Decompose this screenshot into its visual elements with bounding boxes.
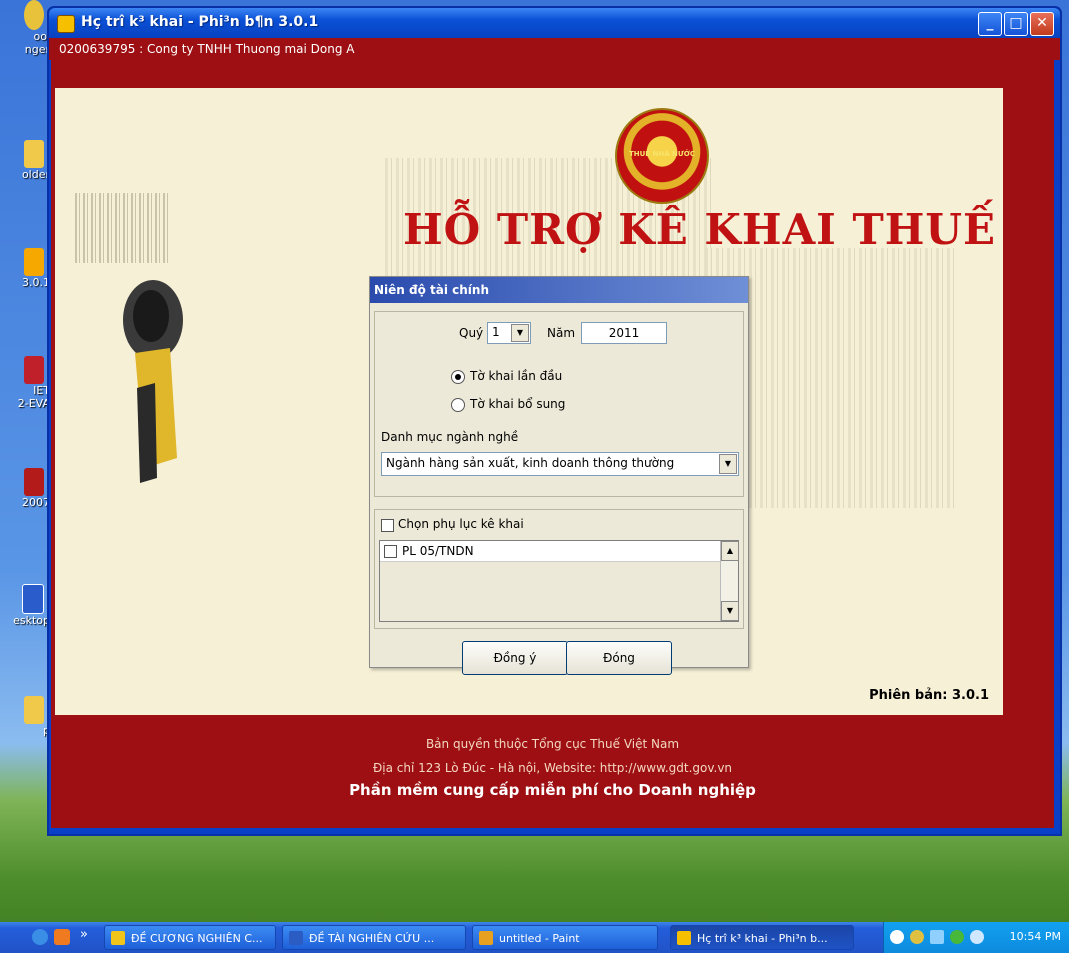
app-icon bbox=[57, 15, 75, 33]
desktop-icon-label: ool nger bbox=[24, 30, 50, 56]
task-button-de-tai[interactable]: ĐỀ TÀI NGHIÊN CỨU ... bbox=[282, 925, 466, 950]
desktop-icon-label: p bbox=[0, 724, 50, 737]
copyright-line: Bản quyền thuộc Tổng cục Thuế Việt Nam bbox=[425, 737, 680, 751]
appendix-list[interactable]: PL 05/TNDN ▲ ▼ bbox=[379, 540, 739, 622]
desktop-icon-label: older bbox=[21, 168, 50, 181]
desktop-icon-label: esktop bbox=[13, 614, 50, 627]
desktop-icon-desktop[interactable]: esktop bbox=[0, 584, 50, 627]
main-title: HỖ TRỢ KÊ KHAI THUẾ bbox=[403, 205, 997, 254]
quarter-label: Quý bbox=[459, 326, 484, 340]
list-item[interactable]: PL 05/TNDN bbox=[380, 541, 720, 562]
desktop-icon-tool-manager[interactable]: ool nger bbox=[0, 0, 50, 56]
quarter-select[interactable]: 1 ▼ bbox=[487, 322, 531, 344]
window-title: Hç trî k³ khai - Phi³n b¶n 3.0.1 bbox=[81, 14, 319, 30]
radio-initial-label[interactable]: Tờ khai lần đầu bbox=[470, 369, 562, 383]
appendix-checkbox[interactable] bbox=[381, 519, 394, 532]
footer: Bản quyền thuộc Tổng cục Thuế Việt Nam Đ… bbox=[51, 715, 1054, 799]
national-emblem-logo: THUẾ NHÀ NƯỚC bbox=[615, 108, 709, 204]
year-input[interactable]: 2011 bbox=[581, 322, 667, 344]
security-icon[interactable] bbox=[950, 930, 964, 944]
task-button-htkk[interactable]: Hç trî k³ khai - Phi³n b... bbox=[670, 925, 854, 950]
folder-icon bbox=[111, 931, 125, 945]
task-label: untitled - Paint bbox=[499, 932, 580, 945]
taskbar: » ĐỀ CƯƠNG NGHIÊN C... ĐỀ TÀI NGHIÊN CỨU… bbox=[0, 922, 1069, 953]
task-label: ĐỀ CƯƠNG NGHIÊN C... bbox=[131, 932, 263, 945]
appendix-checkbox-label[interactable]: Chọn phụ lục kê khai bbox=[398, 517, 524, 531]
desktop-icon-folder[interactable]: older bbox=[0, 140, 50, 181]
desktop-icon-htkk[interactable]: 3.0.1 bbox=[0, 248, 50, 289]
ie-icon[interactable] bbox=[32, 929, 48, 945]
viet-icon bbox=[24, 356, 44, 384]
task-label: Hç trî k³ khai - Phi³n b... bbox=[697, 932, 828, 945]
scroll-up-icon[interactable]: ▲ bbox=[721, 541, 739, 561]
list-scrollbar[interactable]: ▲ ▼ bbox=[720, 541, 739, 621]
address-line: Địa chỉ 123 Lò Đúc - Hà nội, Website: ht… bbox=[372, 761, 733, 775]
radio-initial-declaration[interactable] bbox=[451, 370, 465, 384]
close-button[interactable]: ✕ bbox=[1030, 12, 1054, 36]
dialog-title: Niên độ tài chính bbox=[370, 277, 748, 303]
list-item-checkbox[interactable] bbox=[384, 545, 397, 558]
company-bar: 0200639795 : Cong ty TNHH Thuong mai Don… bbox=[49, 38, 1060, 60]
folder-icon bbox=[24, 140, 44, 168]
version-label: Phiên bản: 3.0.1 bbox=[869, 688, 989, 703]
period-group: Quý 1 ▼ Năm 2011 Tờ khai lần đầu Tờ khai… bbox=[374, 311, 744, 497]
appendix-group: Chọn phụ lục kê khai PL 05/TNDN ▲ ▼ bbox=[374, 509, 744, 629]
barcode-scanner-image bbox=[123, 280, 183, 483]
folder-icon bbox=[24, 696, 44, 724]
desktop-icon-label: 3.0.1 bbox=[22, 276, 50, 289]
task-label: ĐỀ TÀI NGHIÊN CỨU ... bbox=[309, 932, 435, 945]
task-button-de-cuong[interactable]: ĐỀ CƯƠNG NGHIÊN C... bbox=[104, 925, 276, 950]
back-arrow-icon[interactable] bbox=[890, 930, 904, 944]
chevron-down-icon[interactable]: ▼ bbox=[719, 454, 737, 474]
industry-label: Danh mục ngành nghề bbox=[381, 430, 519, 444]
tool-icon bbox=[24, 0, 44, 30]
industry-value: Ngành hàng sản xuất, kinh doanh thông th… bbox=[386, 456, 675, 470]
minimize-button[interactable]: _ bbox=[978, 12, 1002, 36]
desktop-icon-label: 2007 bbox=[22, 496, 50, 509]
paint-icon bbox=[479, 931, 493, 945]
chevron-down-icon[interactable]: ▼ bbox=[511, 324, 529, 342]
title-bar[interactable]: Hç trî k³ khai - Phi³n b¶n 3.0.1 _ □ ✕ bbox=[49, 8, 1060, 38]
desktop-icon-viet[interactable]: IET 2-EVA bbox=[0, 356, 50, 410]
office-icon bbox=[24, 468, 44, 496]
fiscal-year-dialog: Niên độ tài chính Quý 1 ▼ Năm 2011 Tờ kh… bbox=[369, 276, 749, 675]
quick-launch: » bbox=[0, 922, 100, 953]
monitor-icon[interactable] bbox=[930, 930, 944, 944]
volume-icon[interactable] bbox=[970, 930, 984, 944]
quarter-value: 1 bbox=[492, 325, 500, 339]
clock: 10:54 PM bbox=[1009, 930, 1061, 943]
desktop-shortcut-icon bbox=[22, 584, 44, 614]
desktop-icon-2007[interactable]: 2007 bbox=[0, 468, 50, 509]
radio-supplement-declaration[interactable] bbox=[451, 398, 465, 412]
chevron-icon[interactable]: » bbox=[80, 927, 88, 942]
desktop-icon-label: IET 2-EVA bbox=[17, 384, 50, 410]
network-icon[interactable] bbox=[910, 930, 924, 944]
year-label: Năm bbox=[547, 326, 576, 340]
system-tray: 10:54 PM bbox=[883, 922, 1069, 953]
list-item-label: PL 05/TNDN bbox=[402, 544, 474, 558]
media-icon[interactable] bbox=[54, 929, 70, 945]
word-document-icon bbox=[289, 931, 303, 945]
htkk-icon bbox=[24, 248, 44, 276]
scroll-down-icon[interactable]: ▼ bbox=[721, 601, 739, 621]
ok-button[interactable]: Đồng ý bbox=[462, 641, 568, 675]
task-button-paint[interactable]: untitled - Paint bbox=[472, 925, 658, 950]
barcode-graphic bbox=[75, 193, 170, 263]
free-software-line: Phần mềm cung cấp miễn phí cho Doanh ngh… bbox=[349, 781, 756, 799]
radio-supplement-label[interactable]: Tờ khai bổ sung bbox=[470, 397, 565, 411]
close-dialog-button[interactable]: Đóng bbox=[566, 641, 672, 675]
htkk-icon bbox=[677, 931, 691, 945]
desktop-icon-app[interactable]: p bbox=[0, 696, 50, 737]
industry-select[interactable]: Ngành hàng sản xuất, kinh doanh thông th… bbox=[381, 452, 739, 476]
maximize-button[interactable]: □ bbox=[1004, 12, 1028, 36]
